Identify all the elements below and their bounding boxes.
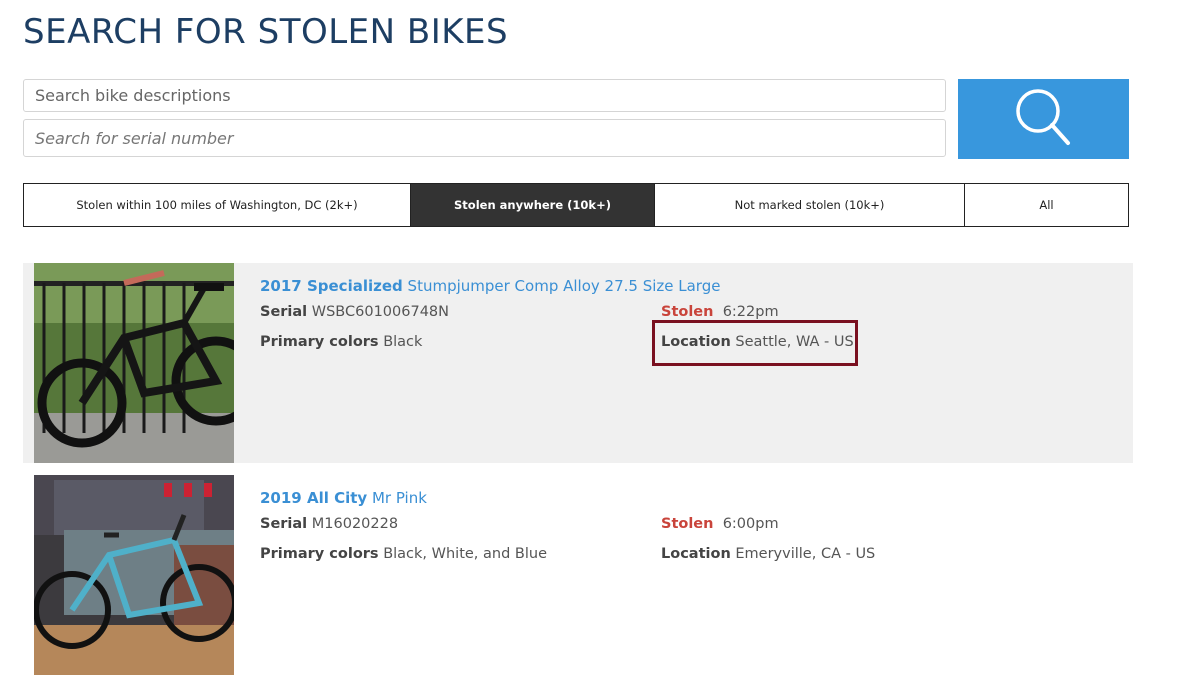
serial-row: Serial M16020228 <box>260 516 398 532</box>
stolen-label: Stolen <box>661 304 714 320</box>
tab-not-marked-stolen[interactable]: Not marked stolen (10k+) <box>655 184 965 226</box>
serial-search-input[interactable] <box>23 119 946 157</box>
page-title: SEARCH FOR STOLEN BIKES <box>23 12 509 52</box>
result-item: 2017 Specialized Stumpjumper Comp Alloy … <box>23 263 1133 463</box>
description-search-input[interactable] <box>23 79 946 112</box>
bike-model: Stumpjumper Comp Alloy 27.5 Size Large <box>407 277 721 295</box>
result-info: 2019 All City Mr Pink Serial M16020228 P… <box>260 489 1120 562</box>
result-info: 2017 Specialized Stumpjumper Comp Alloy … <box>260 277 1120 350</box>
bike-title-link[interactable]: 2017 Specialized Stumpjumper Comp Alloy … <box>260 277 1120 301</box>
bike-title-link[interactable]: 2019 All City Mr Pink <box>260 489 1120 513</box>
serial-value: WSBC601006748N <box>311 304 449 320</box>
tab-stolen-anywhere[interactable]: Stolen anywhere (10k+) <box>411 184 655 226</box>
location-row: Location Emeryville, CA - US <box>661 546 875 562</box>
stolen-row: Stolen 6:00pm <box>661 516 779 532</box>
bike-year-make: 2017 Specialized <box>260 277 403 295</box>
serial-value: M16020228 <box>311 516 399 532</box>
serial-row: Serial WSBC601006748N <box>260 304 449 320</box>
stolen-filter-tabs: Stolen within 100 miles of Washington, D… <box>23 183 1129 227</box>
colors-value: Black, White, and Blue <box>383 546 547 562</box>
bike-photo[interactable] <box>34 263 234 463</box>
tab-stolen-nearby[interactable]: Stolen within 100 miles of Washington, D… <box>24 184 411 226</box>
serial-label: Serial <box>260 516 308 532</box>
bike-year-make: 2019 All City <box>260 489 368 507</box>
colors-row: Primary colors Black, White, and Blue <box>260 546 547 562</box>
tab-all[interactable]: All <box>965 184 1128 226</box>
location-highlight-box <box>652 320 858 366</box>
colors-value: Black <box>383 334 423 350</box>
search-icon <box>1015 89 1070 145</box>
colors-row: Primary colors Black <box>260 334 422 350</box>
bike-photo[interactable] <box>34 475 234 675</box>
stolen-time: 6:00pm <box>722 516 779 532</box>
colors-label: Primary colors <box>260 546 379 562</box>
location-value: Emeryville, CA - US <box>735 546 876 562</box>
location-label: Location <box>661 546 731 562</box>
stolen-row: Stolen 6:22pm <box>661 304 779 320</box>
stolen-time: 6:22pm <box>722 304 779 320</box>
colors-label: Primary colors <box>260 334 379 350</box>
serial-label: Serial <box>260 304 308 320</box>
bike-model: Mr Pink <box>371 489 427 507</box>
stolen-label: Stolen <box>661 516 714 532</box>
search-button[interactable] <box>958 79 1129 159</box>
result-item: 2019 All City Mr Pink Serial M16020228 P… <box>23 475 1133 675</box>
